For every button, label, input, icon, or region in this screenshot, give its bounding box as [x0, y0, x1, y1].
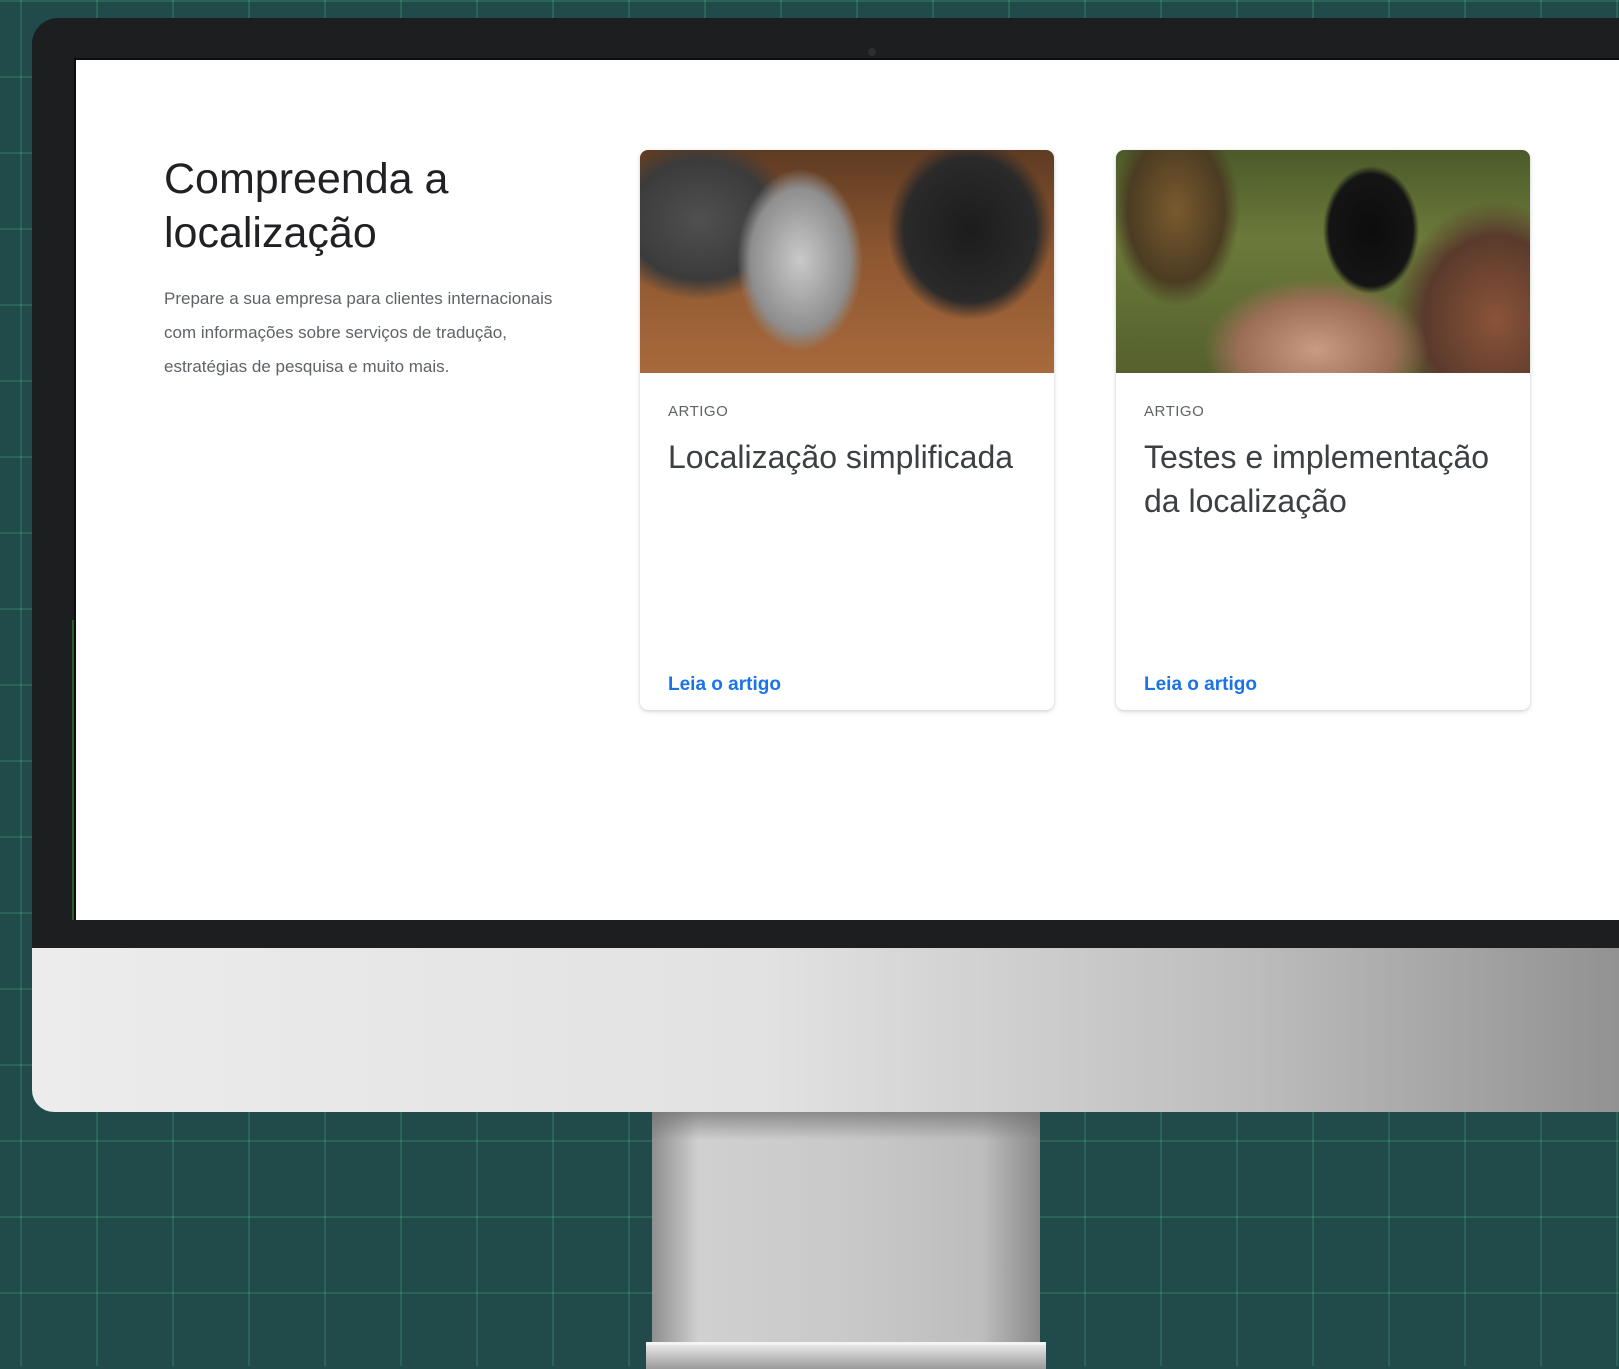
monitor-chin	[32, 940, 1619, 1112]
read-article-link[interactable]: Leia o artigo	[668, 674, 781, 696]
article-card[interactable]: ARTIGO Localização simplificada Leia o a…	[640, 150, 1054, 710]
article-image	[640, 150, 1054, 373]
article-type-label: ARTIGO	[668, 403, 1026, 421]
article-type-label: ARTIGO	[1144, 403, 1502, 421]
article-title: Localização simplificada	[668, 435, 1026, 479]
monitor-stand-base	[646, 1342, 1046, 1369]
read-article-link[interactable]: Leia o artigo	[1144, 674, 1257, 696]
monitor-screen: Compreenda a localização Prepare a sua e…	[74, 58, 1619, 920]
article-card[interactable]: ARTIGO Testes e implementação da localiz…	[1116, 150, 1530, 710]
camera-icon	[868, 48, 876, 56]
intro-section: Compreenda a localização Prepare a sua e…	[164, 152, 584, 384]
section-description: Prepare a sua empresa para clientes inte…	[164, 282, 574, 384]
article-title: Testes e implementação da localização	[1144, 435, 1502, 523]
card-body: ARTIGO Testes e implementação da localiz…	[1116, 373, 1530, 710]
monitor-stand	[652, 1100, 1040, 1366]
section-title: Compreenda a localização	[164, 152, 584, 260]
article-image	[1116, 150, 1530, 373]
card-body: ARTIGO Localização simplificada Leia o a…	[640, 373, 1054, 710]
